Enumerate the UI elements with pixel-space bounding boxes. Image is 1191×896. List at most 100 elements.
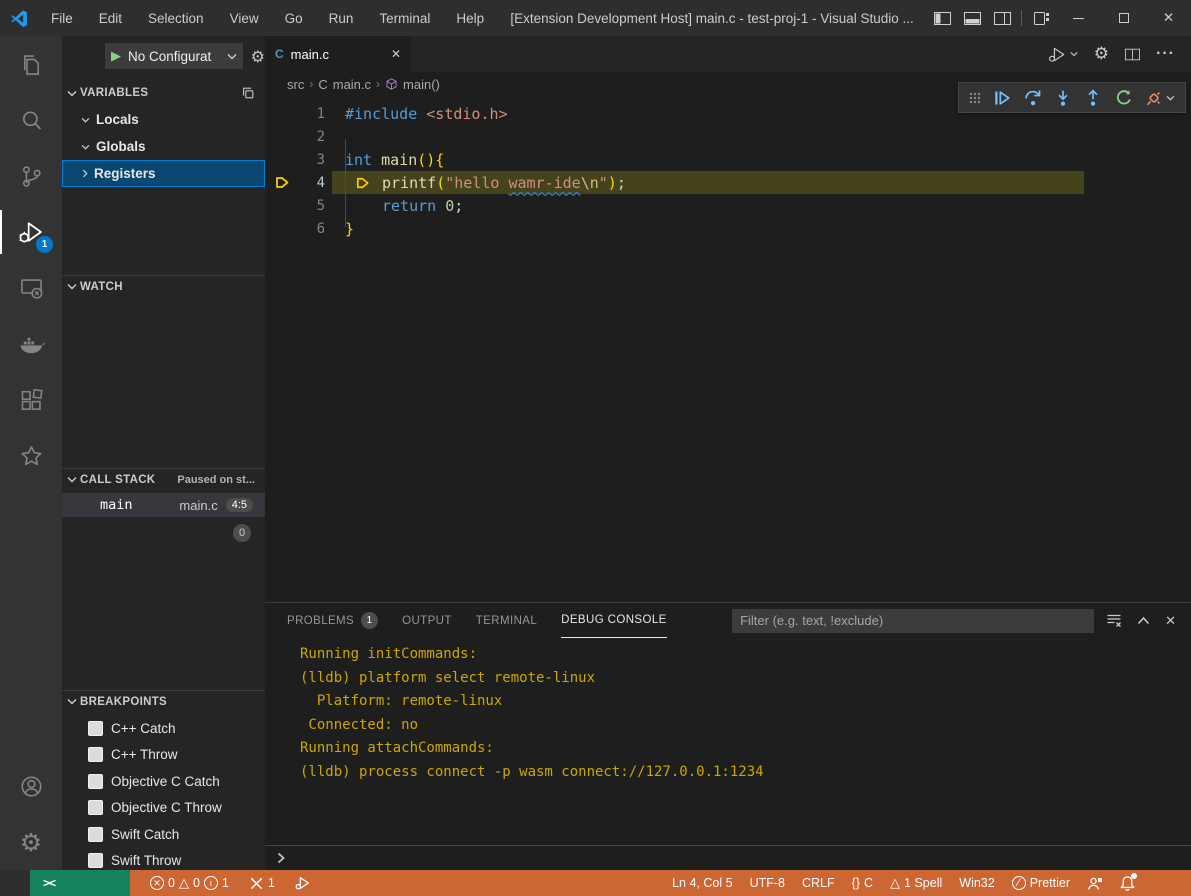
menu-view[interactable]: View (217, 0, 272, 36)
star-icon[interactable] (0, 428, 62, 484)
tools-status[interactable]: 1 (249, 876, 275, 891)
more-actions-icon[interactable]: ··· (1156, 45, 1175, 63)
variables-globals-row[interactable]: Globals (62, 133, 265, 160)
console-filter-input[interactable] (732, 609, 1094, 633)
debug-status-icon[interactable] (295, 875, 311, 891)
problems-status[interactable]: ✕0 △0 i1 (150, 876, 229, 891)
explorer-icon[interactable] (0, 36, 62, 92)
callstack-section-header[interactable]: CALL STACK Paused on st... (62, 468, 265, 490)
execution-pointer-icon[interactable] (265, 174, 299, 191)
remote-explorer-icon[interactable] (0, 260, 62, 316)
editor-actions: ⚙ ··· (1048, 36, 1191, 72)
spell-status[interactable]: △ 1 Spell (890, 876, 942, 891)
language-mode[interactable]: {} C (852, 876, 873, 890)
debug-config-dropdown[interactable]: ▶ No Configurat (105, 43, 243, 69)
checkbox[interactable] (88, 721, 103, 736)
checkbox[interactable] (88, 747, 103, 762)
debug-config-label: No Configurat (128, 49, 227, 64)
toggle-panel-icon[interactable] (957, 0, 987, 36)
thread-row[interactable]: 0 (62, 521, 265, 545)
menu-terminal[interactable]: Terminal (366, 0, 443, 36)
launch-config-gear-icon[interactable]: ⚙ (251, 47, 265, 66)
braces-icon: {} (852, 876, 860, 890)
stack-frame-row[interactable]: main main.c 4:5 (62, 493, 265, 517)
run-debug-icon[interactable]: 1 (0, 204, 62, 260)
console-line: Running initCommands: (300, 646, 1191, 670)
encoding-indicator[interactable]: UTF-8 (750, 876, 785, 890)
feedback-icon[interactable] (1087, 876, 1103, 891)
breadcrumb-symbol[interactable]: main() (403, 77, 440, 92)
checkbox[interactable] (88, 853, 103, 868)
breakpoint-cpp-throw[interactable]: C++ Throw (62, 741, 265, 767)
watch-section-header[interactable]: WATCH (62, 275, 265, 297)
menu-edit[interactable]: Edit (86, 0, 135, 36)
gripper-icon[interactable] (969, 92, 981, 104)
menu-go[interactable]: Go (272, 0, 316, 36)
gear-icon[interactable]: ⚙ (1094, 46, 1109, 63)
toggle-secondary-sidebar-icon[interactable] (987, 0, 1017, 36)
code-editor[interactable]: 1 #include <stdio.h> 2 3 int main(){ 4 (265, 96, 1191, 602)
menu-help[interactable]: Help (443, 0, 497, 36)
maximize-button[interactable] (1101, 0, 1146, 36)
maximize-panel-icon[interactable] (1137, 616, 1150, 625)
breakpoint-objc-throw[interactable]: Objective C Throw (62, 794, 265, 820)
tab-debug-console[interactable]: DEBUG CONSOLE (561, 603, 667, 638)
disconnect-icon[interactable] (1145, 89, 1175, 107)
tab-output[interactable]: OUTPUT (402, 603, 452, 638)
breakpoint-cpp-catch[interactable]: C++ Catch (62, 715, 265, 741)
checkbox[interactable] (88, 774, 103, 789)
formatter-status[interactable]: ∕ Prettier (1012, 876, 1070, 890)
remote-indicator[interactable]: >< (30, 870, 130, 896)
breadcrumb-src[interactable]: src (287, 77, 304, 92)
settings-gear-icon[interactable]: ⚙ (0, 814, 62, 870)
eol-indicator[interactable]: CRLF (802, 876, 835, 890)
close-panel-icon[interactable]: ✕ (1165, 613, 1176, 629)
clear-console-icon[interactable] (1106, 613, 1122, 628)
checkbox[interactable] (88, 827, 103, 842)
breakpoint-swift-catch[interactable]: Swift Catch (62, 821, 265, 847)
step-over-icon[interactable] (1024, 89, 1042, 107)
debug-console-input[interactable] (265, 845, 1191, 870)
menu-run[interactable]: Run (316, 0, 367, 36)
bottom-panel: PROBLEMS 1 OUTPUT TERMINAL DEBUG CONSOLE… (265, 602, 1191, 870)
cursor-position[interactable]: Ln 4, Col 5 (672, 876, 732, 890)
platform-indicator[interactable]: Win32 (959, 876, 994, 890)
continue-icon[interactable] (993, 89, 1011, 107)
bell-icon[interactable] (1120, 875, 1135, 891)
close-window-button[interactable]: ✕ (1146, 0, 1191, 36)
tab-main-c[interactable]: C main.c ✕ (265, 36, 411, 72)
customize-layout-icon[interactable] (1026, 0, 1056, 36)
split-editor-icon[interactable] (1125, 48, 1140, 61)
search-icon[interactable] (0, 92, 62, 148)
restart-icon[interactable] (1115, 89, 1133, 107)
copy-value-icon[interactable] (241, 86, 255, 100)
close-tab-icon[interactable]: ✕ (391, 47, 401, 61)
source-control-icon[interactable] (0, 148, 62, 204)
step-into-icon[interactable] (1054, 89, 1072, 107)
variables-registers-row[interactable]: Registers (62, 160, 265, 187)
start-debug-icon[interactable]: ▶ (111, 48, 121, 64)
docker-icon[interactable] (0, 316, 62, 372)
menu-file[interactable]: File (38, 0, 86, 36)
minimize-button[interactable] (1056, 0, 1101, 36)
status-bar: >< ✕0 △0 i1 1 Ln 4, Col 5 UTF-8 CRLF {} … (0, 870, 1191, 896)
variables-section-header[interactable]: VARIABLES (62, 82, 265, 104)
tab-problems[interactable]: PROBLEMS 1 (287, 603, 378, 638)
toggle-sidebar-icon[interactable] (927, 0, 957, 36)
breakpoint-objc-catch[interactable]: Objective C Catch (62, 768, 265, 794)
breakpoints-section-header[interactable]: BREAKPOINTS (62, 690, 265, 712)
breadcrumb-file[interactable]: main.c (333, 77, 371, 92)
step-out-icon[interactable] (1084, 89, 1102, 107)
chevron-down-icon (67, 476, 77, 483)
tab-bar: C main.c ✕ ⚙ ··· (265, 36, 1191, 72)
tab-terminal[interactable]: TERMINAL (476, 603, 537, 638)
thread-badge: 0 (233, 524, 251, 542)
extensions-icon[interactable] (0, 372, 62, 428)
checkbox[interactable] (88, 800, 103, 815)
variables-locals-row[interactable]: Locals (62, 106, 265, 133)
breakpoint-swift-throw[interactable]: Swift Throw (62, 847, 265, 873)
run-or-debug-icon[interactable] (1048, 46, 1078, 63)
menu-selection[interactable]: Selection (135, 0, 217, 36)
chevron-down-icon (67, 698, 77, 705)
account-icon[interactable] (0, 758, 62, 814)
